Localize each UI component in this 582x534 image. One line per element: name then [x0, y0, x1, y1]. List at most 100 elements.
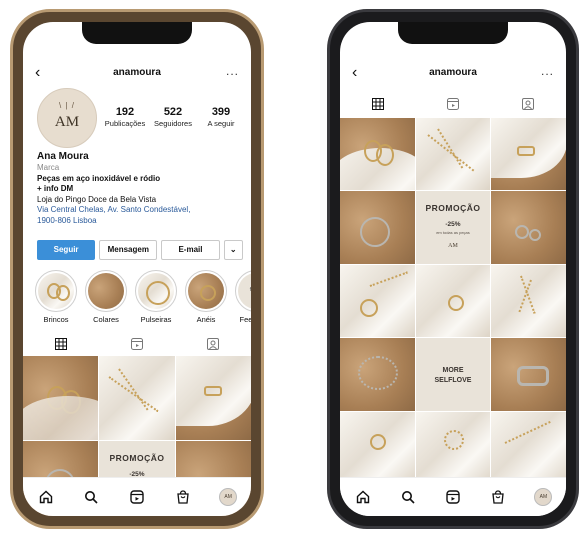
- grid-post[interactable]: [415, 411, 491, 484]
- nav-profile[interactable]: AM: [205, 488, 251, 507]
- bio-address-line-1[interactable]: Via Central Chelas, Av. Santo Condestáve…: [37, 205, 243, 216]
- highlight-thumb: feedb: [238, 273, 251, 309]
- grid-post[interactable]: [491, 118, 566, 191]
- header-username: anamoura: [429, 67, 477, 78]
- profile-actions: Seguir Mensagem E-mail ⌄: [37, 240, 243, 260]
- grid-post[interactable]: [175, 356, 251, 440]
- stat-posts[interactable]: 192 Publicações: [101, 106, 149, 128]
- nav-home[interactable]: [23, 490, 69, 504]
- tab-grid[interactable]: [23, 334, 99, 354]
- reels-nav-icon: [130, 490, 144, 504]
- nav-search[interactable]: [69, 490, 115, 504]
- search-icon: [85, 491, 98, 504]
- home-icon: [39, 490, 52, 504]
- grid-post[interactable]: [491, 191, 566, 264]
- nav-home[interactable]: [340, 490, 385, 504]
- highlight-brincos[interactable]: Brincos: [35, 270, 77, 324]
- stat-following[interactable]: 399 A seguir: [197, 106, 245, 128]
- phone-left: ‹ anamoura ... \ | / AM 192 Publicações …: [10, 9, 264, 529]
- promo-logo: AM: [448, 243, 458, 250]
- highlight-colares[interactable]: Colares: [85, 270, 127, 324]
- grid-post[interactable]: [340, 191, 415, 264]
- grid-post-text[interactable]: MORE SELFLOVE: [415, 338, 491, 411]
- sun-rays-icon: \ | /: [59, 101, 75, 110]
- notch: [398, 22, 508, 44]
- suggestions-dropdown-button[interactable]: ⌄: [223, 240, 243, 260]
- highlight-pulseiras[interactable]: Pulseiras: [135, 270, 177, 324]
- nav-profile-avatar: AM: [534, 488, 553, 507]
- avatar-monogram: AM: [54, 114, 80, 130]
- highlight-label: Brincos: [43, 315, 69, 324]
- stat-followers[interactable]: 522 Seguidores: [149, 106, 197, 128]
- grid-icon: [55, 338, 67, 350]
- profile-stats: 192 Publicações 522 Seguidores 399 A seg…: [101, 106, 245, 128]
- bio-line-3: Loja do Pingo Doce da Bela Vista: [37, 194, 157, 204]
- grid-post[interactable]: [340, 118, 415, 191]
- search-icon: [401, 491, 415, 504]
- nav-shop[interactable]: [476, 490, 521, 504]
- nav-profile[interactable]: AM: [521, 488, 566, 507]
- message-button[interactable]: Mensagem: [99, 240, 158, 260]
- stat-followers-label: Seguidores: [154, 119, 192, 128]
- highlight-thumb: [88, 273, 124, 309]
- phone-right: ‹ anamoura ... PROMOÇÃO -25% em todas as…: [327, 9, 579, 529]
- profile-header: ‹ anamoura ...: [340, 64, 566, 84]
- header-username: anamoura: [113, 67, 161, 78]
- nav-shop[interactable]: [160, 490, 206, 504]
- grid-post[interactable]: [491, 264, 566, 338]
- stat-following-value: 399: [211, 106, 231, 118]
- nav-reels[interactable]: [430, 490, 475, 504]
- nav-profile-avatar: AM: [219, 488, 238, 507]
- tagged-icon: [207, 338, 219, 350]
- nav-reels[interactable]: [114, 490, 160, 504]
- grid-post[interactable]: [340, 338, 415, 411]
- tab-reels[interactable]: [99, 334, 175, 354]
- screen-left: ‹ anamoura ... \ | / AM 192 Publicações …: [23, 22, 251, 516]
- shop-icon: [492, 490, 504, 504]
- grid-post-promo[interactable]: PROMOÇÃO -25% em todas as peças AM: [415, 191, 491, 264]
- tab-tagged[interactable]: [175, 334, 251, 354]
- home-icon: [356, 490, 369, 504]
- reels-icon: [446, 98, 459, 110]
- highlight-label: Feedback: [239, 315, 251, 324]
- grid-post[interactable]: [340, 411, 415, 484]
- stat-following-label: A seguir: [207, 119, 235, 128]
- bio-line-1: Peças em aço inoxidável e ródio: [37, 173, 161, 183]
- selflove-line-1: MORE: [442, 367, 464, 375]
- tab-tagged[interactable]: [491, 94, 566, 114]
- profile-header: ‹ anamoura ...: [23, 64, 251, 84]
- grid-post[interactable]: [491, 411, 566, 484]
- profile-bio: Ana Moura Marca Peças em aço inoxidável …: [37, 151, 243, 226]
- selflove-line-2: SELFLOVE: [434, 377, 472, 385]
- story-highlights: Brincos Colares Pulseiras Anéis feedb Fe…: [35, 270, 251, 324]
- highlight-aneis[interactable]: Anéis: [185, 270, 227, 324]
- highlight-feedback[interactable]: feedb Feedback: [235, 270, 251, 324]
- email-button[interactable]: E-mail: [161, 240, 220, 260]
- grid-post[interactable]: [415, 118, 491, 191]
- promo-percent: -25%: [445, 221, 461, 229]
- notch: [82, 22, 192, 44]
- tagged-icon: [522, 98, 535, 110]
- profile-tabs: [340, 94, 566, 114]
- reels-nav-icon: [446, 490, 460, 504]
- grid-post[interactable]: [491, 338, 566, 411]
- tab-grid[interactable]: [340, 94, 415, 114]
- follow-button[interactable]: Seguir: [37, 240, 96, 260]
- grid-post[interactable]: [99, 356, 175, 440]
- grid-post[interactable]: [23, 356, 99, 440]
- grid-post[interactable]: [415, 264, 491, 338]
- nav-search[interactable]: [385, 490, 430, 504]
- grid-post[interactable]: [340, 264, 415, 338]
- bio-address-line-2[interactable]: 1900-806 Lisboa: [37, 216, 243, 227]
- profile-avatar[interactable]: \ | / AM: [37, 88, 97, 148]
- stat-followers-value: 522: [163, 106, 183, 118]
- profile-category: Marca: [37, 163, 60, 172]
- profile-tabs: [23, 334, 251, 354]
- highlight-thumb: [188, 273, 224, 309]
- tab-reels[interactable]: [415, 94, 490, 114]
- bottom-nav: AM: [340, 477, 566, 516]
- more-dots-icon[interactable]: ...: [226, 64, 239, 78]
- bio-line-2: + info DM: [37, 184, 74, 193]
- more-dots-icon[interactable]: ...: [541, 64, 554, 78]
- reels-icon: [131, 338, 143, 350]
